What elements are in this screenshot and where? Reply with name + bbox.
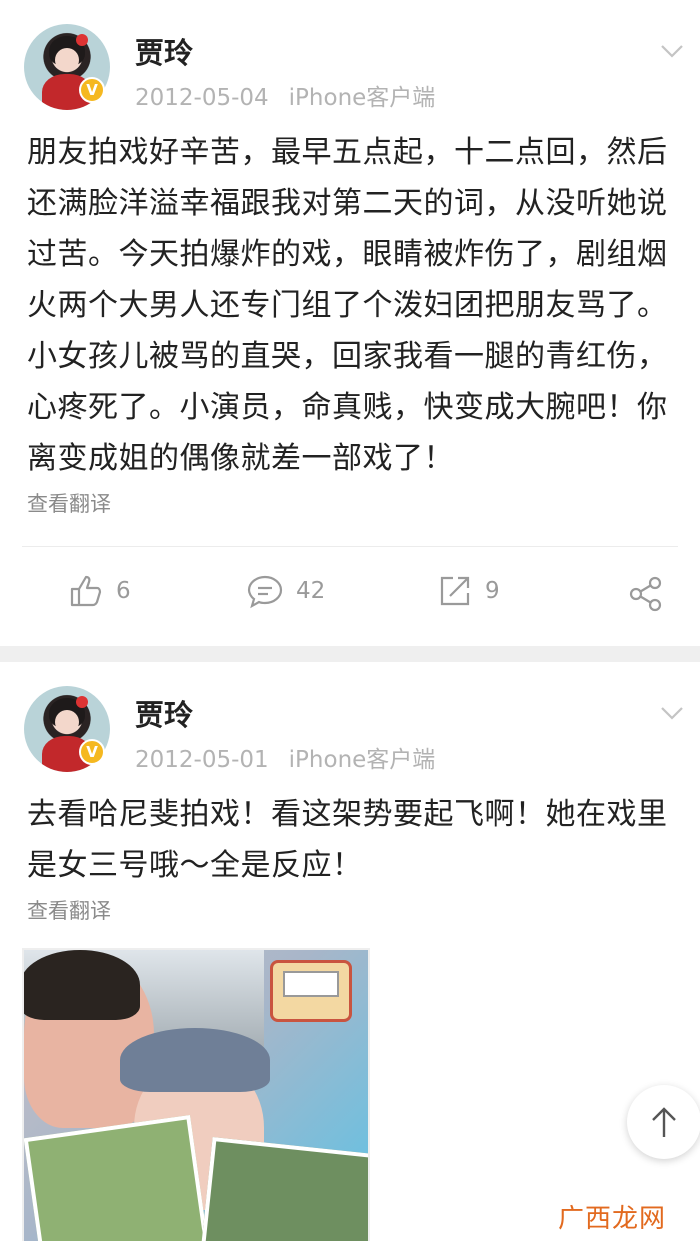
arrow-up-icon — [652, 1107, 676, 1137]
translate-link[interactable]: 查看翻译 — [27, 895, 111, 925]
comment-count: 42 — [296, 578, 326, 604]
author-name[interactable]: 贾玲 — [135, 30, 193, 72]
repost-count: 9 — [485, 578, 500, 604]
comment-icon — [247, 575, 283, 609]
weibo-post: V 贾玲 2012-05-04 iPhone客户端 朋友拍戏好辛苦，最早五点起，十… — [0, 0, 700, 646]
chevron-down-icon[interactable] — [658, 36, 686, 64]
post-separator — [0, 646, 700, 662]
translate-link[interactable]: 查看翻译 — [27, 488, 111, 518]
post-text: 朋友拍戏好辛苦，最早五点起，十二点回，然后还满脸洋溢幸福跟我对第二天的词，从没听… — [27, 135, 668, 476]
divider — [22, 546, 678, 547]
like-icon — [70, 575, 102, 607]
repost-icon — [440, 576, 470, 606]
share-icon[interactable] — [627, 575, 665, 613]
author-name[interactable]: 贾玲 — [135, 692, 193, 734]
comment-button[interactable]: 42 — [246, 573, 325, 609]
post-image[interactable] — [22, 948, 370, 1241]
like-count: 6 — [116, 578, 131, 604]
weibo-post: V 贾玲 2012-05-01 iPhone客户端 去看哈尼斐拍戏！看这架势要起飞… — [0, 662, 700, 1241]
post-client: iPhone客户端 — [288, 747, 436, 773]
post-meta: 2012-05-01 iPhone客户端 — [135, 740, 435, 774]
watermark-text: 广西龙网 — [557, 1204, 666, 1234]
verified-badge-icon: V — [79, 77, 105, 103]
chevron-down-icon[interactable] — [658, 698, 686, 726]
post-date: 2012-05-04 — [135, 85, 269, 111]
verified-badge-icon: V — [79, 739, 105, 765]
post-meta: 2012-05-04 iPhone客户端 — [135, 78, 435, 112]
like-button[interactable]: 6 — [68, 573, 131, 609]
post-client: iPhone客户端 — [288, 85, 436, 111]
post-date: 2012-05-01 — [135, 747, 269, 773]
scroll-to-top-button[interactable] — [627, 1085, 700, 1159]
post-text: 去看哈尼斐拍戏！看这架势要起飞啊！她在戏里是女三号哦～全是反应！ — [27, 797, 668, 883]
repost-button[interactable]: 9 — [437, 573, 500, 609]
